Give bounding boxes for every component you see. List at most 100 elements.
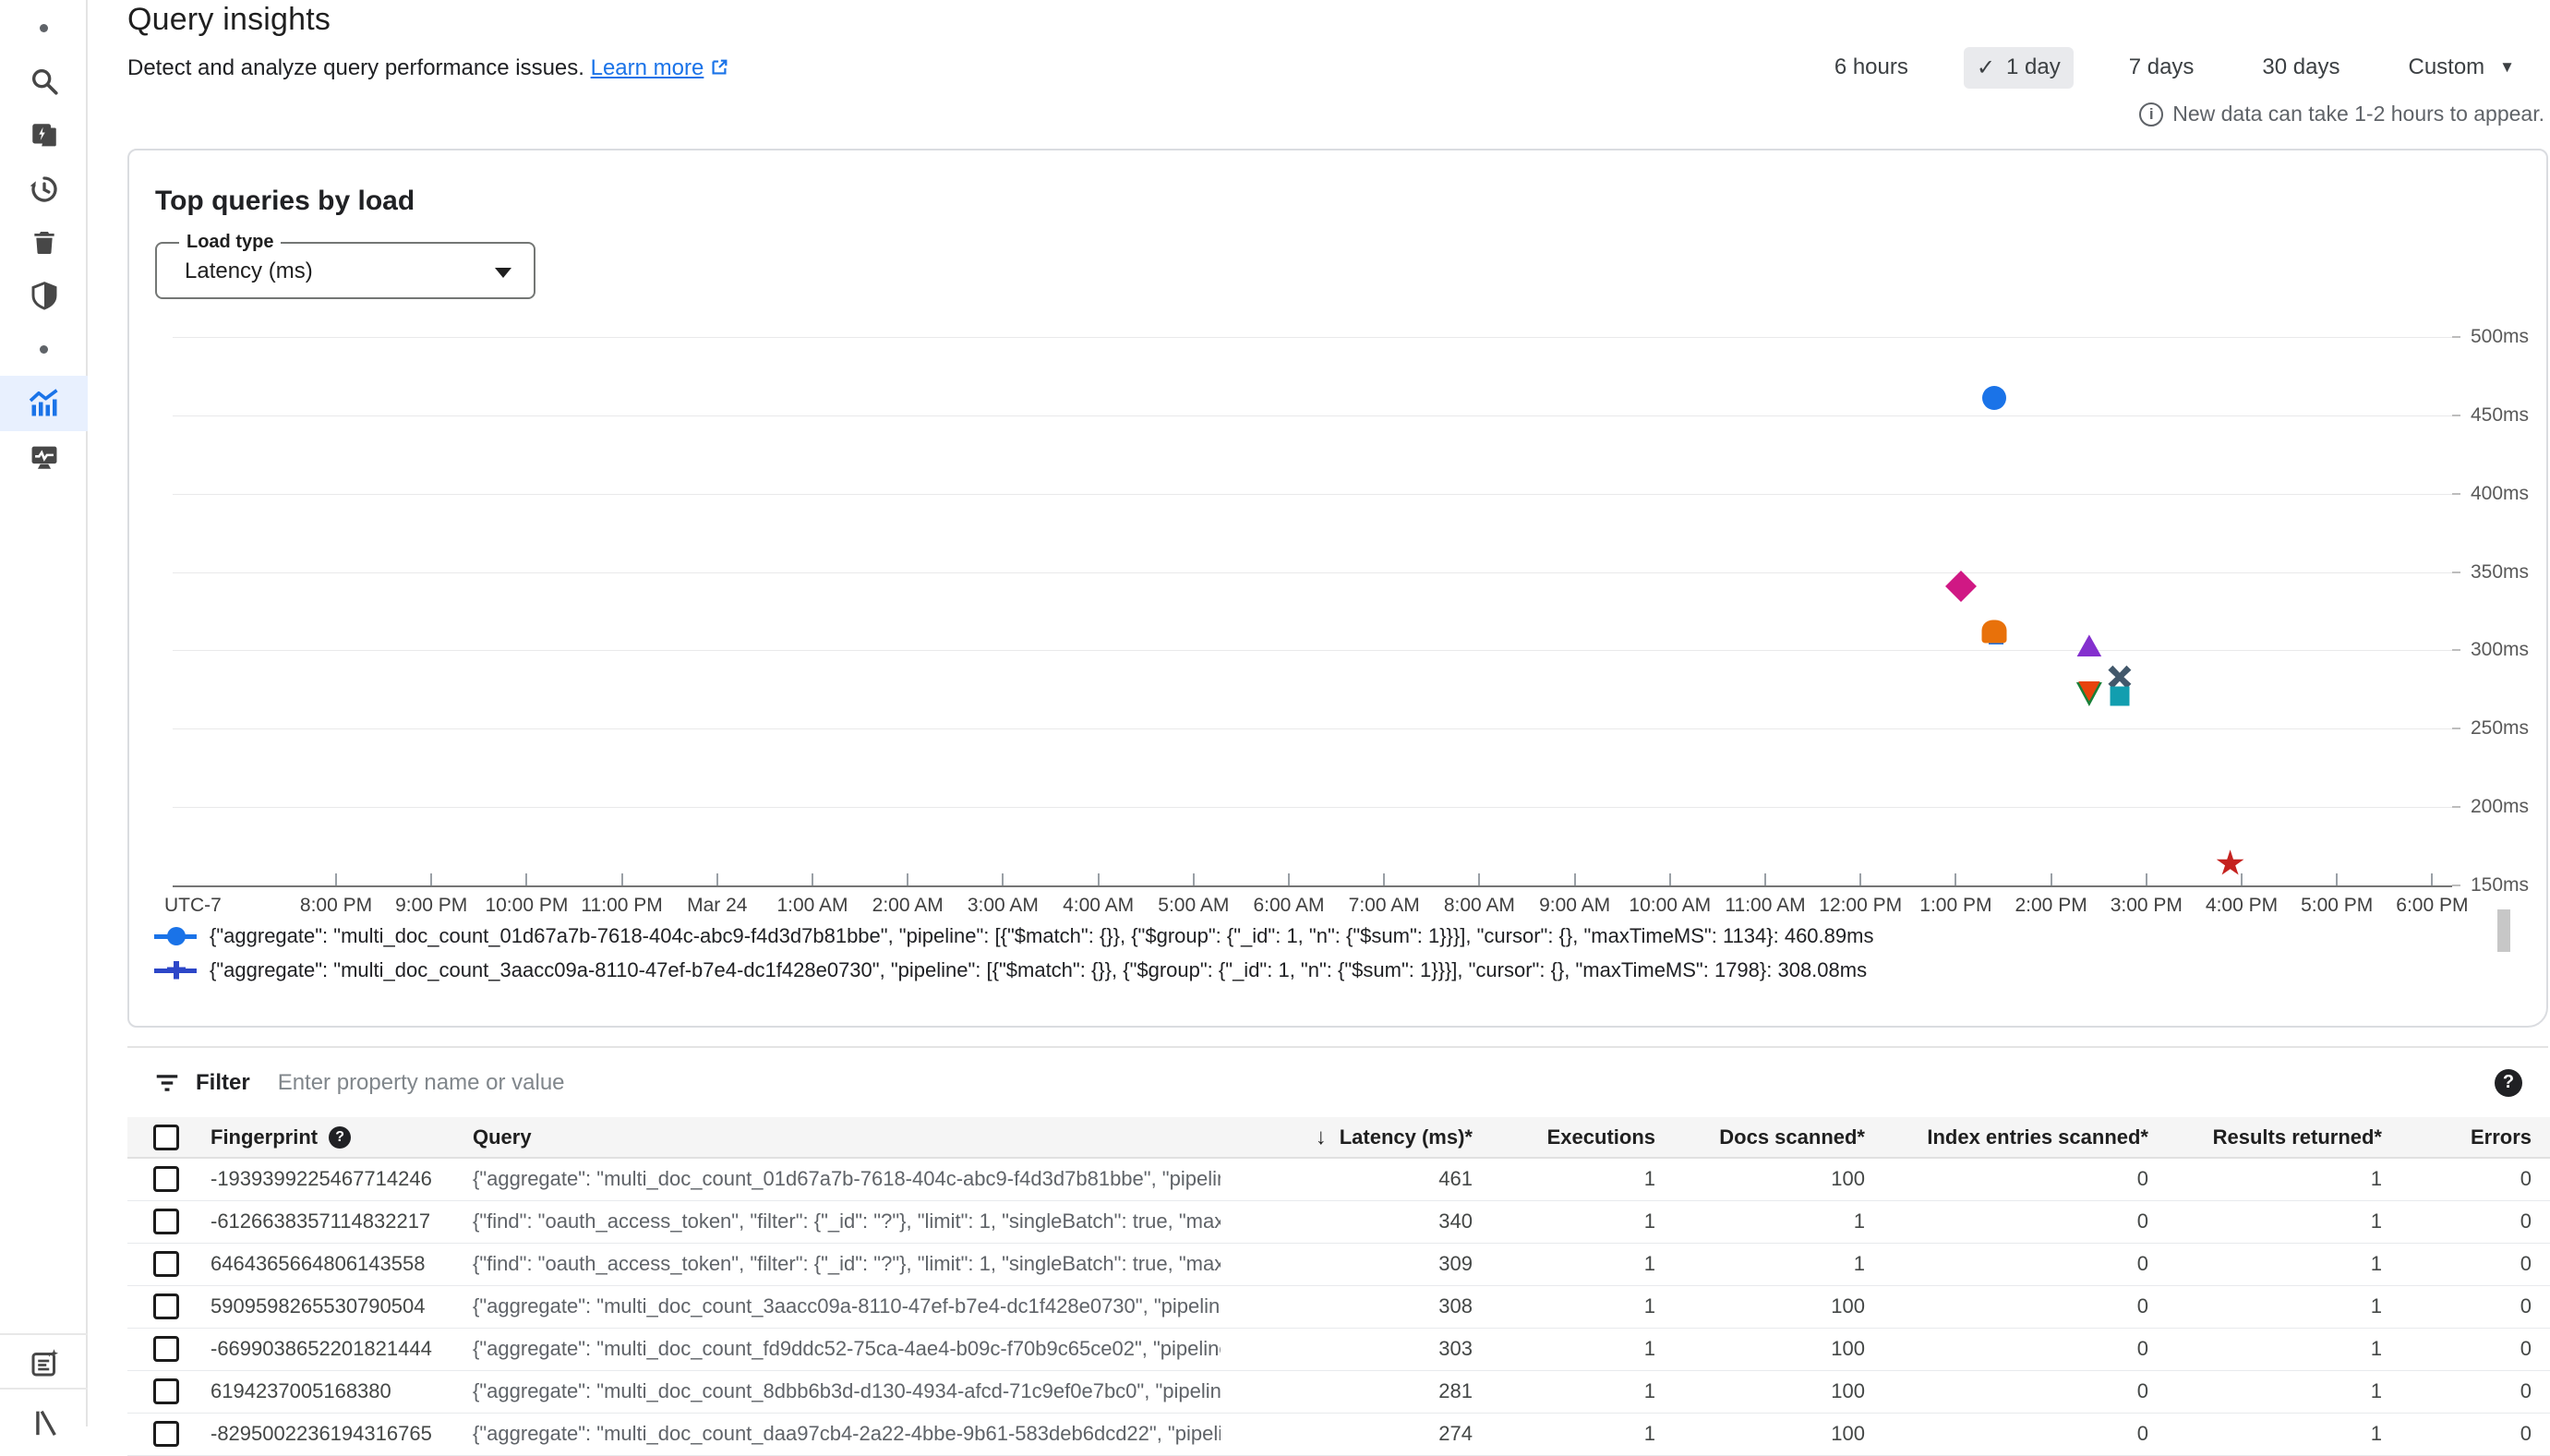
data-point-aggregate-01d67a7b[interactable]: [1982, 386, 2006, 410]
legend-item-1[interactable]: {"aggregate": "multi_doc_count_01d67a7b-…: [154, 919, 1873, 953]
select-all-checkbox[interactable]: [153, 1125, 179, 1150]
time-range-custom[interactable]: Custom▼: [2395, 47, 2528, 88]
x-tick: [1098, 873, 1100, 885]
x-tick: [335, 873, 337, 885]
chevron-down-icon: ▼: [2499, 58, 2515, 77]
data-point-magenta-diamond-query[interactable]: [1945, 571, 1977, 602]
x-axis-label: 7:00 AM: [1349, 895, 1420, 917]
chart-legend: {"aggregate": "multi_doc_count_01d67a7b-…: [154, 919, 1873, 987]
sidebar-item-system-insights[interactable]: [0, 429, 88, 485]
sidebar-item-search[interactable]: [0, 54, 88, 109]
sidebar-item-shortcuts[interactable]: [0, 1394, 88, 1450]
column-header-fingerprint[interactable]: Fingerprint?: [201, 1117, 463, 1158]
legend-scrollbar[interactable]: [2497, 909, 2510, 952]
results-returned-cell: 1: [2169, 1243, 2402, 1285]
fingerprint-cell: -6699038652201821444: [201, 1328, 463, 1370]
data-point-purple-triangle-query[interactable]: [2076, 634, 2101, 656]
chevron-down-icon: [495, 268, 511, 278]
latency-cell: 461: [1221, 1158, 1493, 1200]
time-range-1-day[interactable]: ✓1 day: [1964, 47, 2074, 89]
row-checkbox[interactable]: [153, 1209, 179, 1234]
sidebar-item-overview[interactable]: [0, 0, 88, 55]
index-entries-cell: 0: [1885, 1285, 2169, 1328]
data-point-teal-square-query[interactable]: [2110, 686, 2129, 705]
row-checkbox-cell: [127, 1158, 201, 1200]
row-checkbox[interactable]: [153, 1336, 179, 1362]
legend-item-2[interactable]: {"aggregate": "multi_doc_count_3aacc09a-…: [154, 953, 1873, 987]
latency-cell: 308: [1221, 1285, 1493, 1328]
column-header-query[interactable]: Query: [463, 1117, 1221, 1158]
column-header-errors[interactable]: Errors: [2402, 1117, 2550, 1158]
row-checkbox[interactable]: [153, 1421, 179, 1447]
column-header-latency[interactable]: ↓Latency (ms)*: [1221, 1117, 1493, 1158]
errors-cell: 0: [2402, 1413, 2550, 1455]
system-insights-icon: [29, 441, 60, 473]
latency-cell: 274: [1221, 1413, 1493, 1455]
circle-icon: [167, 927, 186, 945]
trash-icon: [30, 228, 59, 258]
time-range-7-days[interactable]: 7 days: [2116, 47, 2207, 88]
load-type-label: Load type: [179, 232, 281, 253]
table-row[interactable]: -8295002236194316765{"aggregate": "multi…: [127, 1413, 2550, 1455]
column-header-docs_scanned[interactable]: Docs scanned*: [1676, 1117, 1885, 1158]
row-checkbox[interactable]: [153, 1294, 179, 1319]
query-cell: {"aggregate": "multi_doc_count_3aacc09a-…: [463, 1285, 1221, 1328]
column-header-index_entries[interactable]: Index entries scanned*: [1885, 1117, 2169, 1158]
index-entries-cell: 0: [1885, 1370, 2169, 1413]
plus-marker-icon: [154, 958, 197, 982]
gridline-200ms: [173, 807, 2452, 808]
legend-query-text: {"aggregate": "multi_doc_count_3aacc09a-…: [210, 958, 1867, 982]
fingerprint-cell: 5909598265530790504: [201, 1285, 463, 1328]
results-returned-cell: 1: [2169, 1158, 2402, 1200]
time-range-30-days[interactable]: 30 days: [2249, 47, 2352, 88]
sidebar-item-query-insights-active[interactable]: [0, 376, 88, 431]
y-axis-label: 450ms: [2471, 404, 2529, 427]
learn-more-link[interactable]: Learn more: [591, 55, 730, 80]
fingerprint-cell: -6126638357114832217: [201, 1200, 463, 1243]
time-range-6-hours[interactable]: 6 hours: [1822, 47, 1921, 88]
table-row[interactable]: 6464365664806143558{"find": "oauth_acces…: [127, 1243, 2550, 1285]
fingerprint-help-icon[interactable]: ?: [329, 1126, 351, 1149]
column-header-results[interactable]: Results returned*: [2169, 1117, 2402, 1158]
sidebar-item-query-file[interactable]: [0, 108, 88, 163]
gridline-450ms: [173, 415, 2452, 416]
data-point-dark-x-query[interactable]: [2108, 666, 2131, 689]
y-tick: [2452, 415, 2460, 416]
table-row[interactable]: 5909598265530790504{"aggregate": "multi_…: [127, 1285, 2550, 1328]
circle-marker-icon: [154, 924, 197, 948]
errors-cell: 0: [2402, 1200, 2550, 1243]
data-point-orange-square-query[interactable]: [1981, 620, 2006, 644]
table-row[interactable]: -1939399225467714246{"aggregate": "multi…: [127, 1158, 2550, 1200]
page-subtitle: Detect and analyze query performance iss…: [127, 55, 729, 81]
table-row[interactable]: -6126638357114832217{"find": "oauth_acce…: [127, 1200, 2550, 1243]
dot-icon: [40, 345, 48, 354]
queries-table: Fingerprint?Query↓Latency (ms)*Execution…: [127, 1117, 2550, 1456]
chart-title: Top queries by load: [155, 186, 415, 217]
results-returned-cell: 1: [2169, 1285, 2402, 1328]
x-axis-label: Mar 24: [687, 895, 747, 917]
row-checkbox[interactable]: [153, 1166, 179, 1192]
x-axis-label: 11:00 AM: [1725, 895, 1805, 917]
x-axis-label: 1:00 PM: [1919, 895, 1991, 917]
left-sidebar: [0, 0, 88, 1426]
sidebar-item-security[interactable]: [0, 268, 88, 323]
sidebar-item-more[interactable]: [0, 321, 88, 377]
x-tick: [812, 873, 813, 885]
x-tick: [1478, 873, 1480, 885]
column-header-executions[interactable]: Executions: [1493, 1117, 1676, 1158]
x-axis-label: 6:00 PM: [2396, 895, 2468, 917]
executions-cell: 1: [1493, 1285, 1676, 1328]
sidebar-item-history[interactable]: [0, 162, 88, 217]
table-row[interactable]: -6699038652201821444{"aggregate": "multi…: [127, 1328, 2550, 1370]
row-checkbox[interactable]: [153, 1378, 179, 1404]
row-checkbox[interactable]: [153, 1251, 179, 1277]
filter-input[interactable]: [278, 1070, 2495, 1096]
errors-cell: 0: [2402, 1243, 2550, 1285]
sidebar-item-trash[interactable]: [0, 215, 88, 271]
docs-scanned-cell: 1: [1676, 1200, 1885, 1243]
help-icon[interactable]: ?: [2495, 1069, 2522, 1097]
load-type-select[interactable]: Load type Latency (ms): [155, 242, 535, 299]
sidebar-item-release-notes[interactable]: [0, 1336, 88, 1391]
table-row[interactable]: 6194237005168380{"aggregate": "multi_doc…: [127, 1370, 2550, 1413]
x-tick: [1288, 873, 1290, 885]
